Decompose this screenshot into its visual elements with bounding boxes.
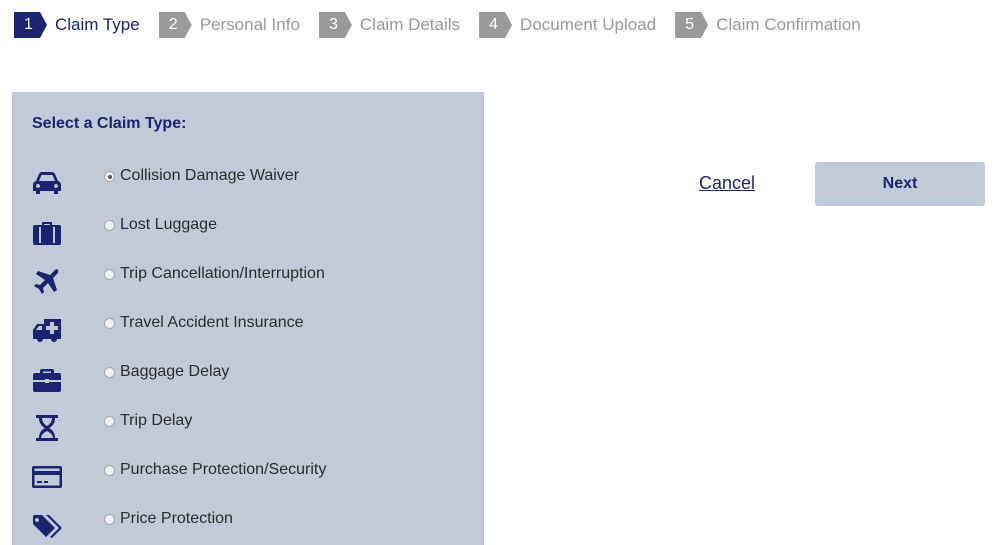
step-label: Claim Details bbox=[359, 15, 461, 34]
option-label: Trip Delay bbox=[120, 412, 193, 429]
step-label: Personal Info bbox=[199, 15, 300, 34]
claim-option-price-protection[interactable]: Price Protection bbox=[12, 505, 484, 545]
step-number: 3 bbox=[318, 12, 352, 38]
step-number: 5 bbox=[675, 12, 709, 38]
step-number: 2 bbox=[158, 12, 192, 38]
radio-button[interactable] bbox=[104, 514, 115, 525]
radio-button[interactable] bbox=[104, 171, 115, 182]
claim-option-trip-delay[interactable]: Trip Delay bbox=[12, 407, 484, 451]
radio-button[interactable] bbox=[104, 465, 115, 476]
claim-option-travel-accident-insurance[interactable]: Travel Accident Insurance bbox=[12, 309, 484, 353]
step-label: Claim Type bbox=[55, 15, 140, 34]
radio-button[interactable] bbox=[104, 367, 115, 378]
radio-button[interactable] bbox=[104, 416, 115, 427]
claim-option-baggage-delay[interactable]: Baggage Delay bbox=[12, 358, 484, 402]
claim-option-trip-cancellation[interactable]: Trip Cancellation/Interruption bbox=[12, 260, 484, 304]
option-label: Travel Accident Insurance bbox=[120, 314, 304, 331]
step-document-upload: 4 Document Upload bbox=[479, 12, 656, 38]
step-claim-details: 3 Claim Details bbox=[318, 12, 461, 38]
credit-card-icon bbox=[30, 460, 64, 494]
claim-option-collision-damage-waiver[interactable]: Collision Damage Waiver bbox=[12, 162, 484, 206]
radio-button[interactable] bbox=[104, 318, 115, 329]
progress-stepper: 1 Claim Type 2 Personal Info 3 Claim Det… bbox=[14, 12, 880, 38]
next-button[interactable]: Next bbox=[815, 162, 985, 206]
briefcase-icon bbox=[30, 362, 64, 396]
car-icon bbox=[30, 166, 64, 200]
radio-button[interactable] bbox=[104, 220, 115, 231]
claim-option-lost-luggage[interactable]: Lost Luggage bbox=[12, 211, 484, 255]
option-label: Collision Damage Waiver bbox=[120, 167, 300, 184]
airplane-icon bbox=[30, 264, 64, 298]
option-label: Baggage Delay bbox=[120, 363, 230, 380]
step-label: Document Upload bbox=[520, 15, 657, 34]
option-label: Price Protection bbox=[120, 510, 233, 527]
ambulance-icon bbox=[30, 313, 64, 347]
step-claim-type: 1 Claim Type bbox=[14, 12, 140, 38]
claim-option-purchase-protection[interactable]: Purchase Protection/Security bbox=[12, 456, 484, 500]
step-number: 1 bbox=[14, 12, 47, 38]
option-label: Purchase Protection/Security bbox=[120, 461, 327, 478]
luggage-icon bbox=[30, 215, 64, 249]
step-personal-info: 2 Personal Info bbox=[158, 12, 300, 38]
step-claim-confirmation: 5 Claim Confirmation bbox=[675, 12, 861, 38]
claim-wizard-page: 1 Claim Type 2 Personal Info 3 Claim Det… bbox=[0, 0, 997, 545]
step-number: 4 bbox=[479, 12, 513, 38]
option-label: Trip Cancellation/Interruption bbox=[120, 265, 325, 282]
radio-button[interactable] bbox=[104, 269, 115, 280]
panel-title: Select a Claim Type: bbox=[32, 115, 187, 132]
hourglass-icon bbox=[30, 411, 64, 445]
price-tags-icon bbox=[30, 509, 64, 543]
claim-type-panel: Select a Claim Type: Collision Damage Wa… bbox=[12, 92, 484, 545]
step-label: Claim Confirmation bbox=[716, 15, 861, 34]
option-label: Lost Luggage bbox=[120, 216, 217, 233]
cancel-link[interactable]: Cancel bbox=[699, 173, 755, 194]
